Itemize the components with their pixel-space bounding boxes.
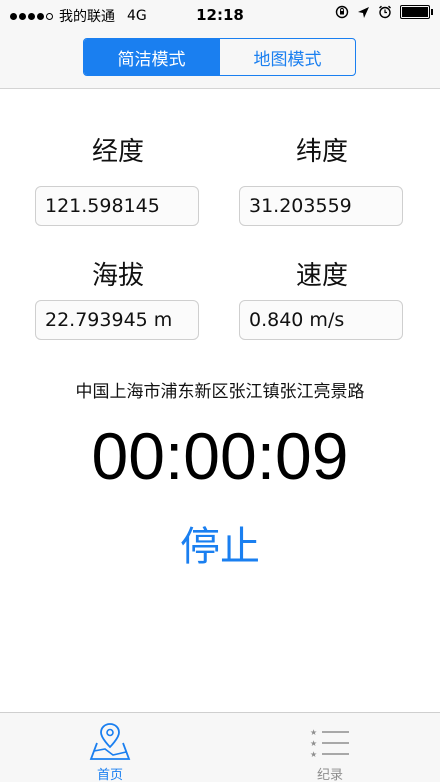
current-address: 中国上海市浦东新区张江镇张江亮景路	[75, 382, 365, 402]
map-pin-icon	[89, 723, 131, 760]
tab-records[interactable]: ★ ★ ★ 纪录	[220, 713, 440, 783]
status-bar: 我的联通 4G 12:18	[0, 0, 440, 30]
tab-home-label: 首页	[96, 768, 123, 783]
longitude-label: 经度	[91, 137, 144, 167]
battery-icon	[400, 5, 433, 19]
longitude-field[interactable]: 121.598145	[35, 186, 199, 226]
tab-home[interactable]: 首页	[0, 713, 220, 783]
location-arrow-icon	[358, 6, 369, 18]
elapsed-timer: 00:00:09	[91, 419, 349, 493]
rotation-lock-icon	[335, 5, 349, 19]
speed-label: 速度	[295, 261, 348, 291]
alarm-clock-icon	[379, 5, 391, 19]
svg-text:★: ★	[310, 750, 317, 759]
altitude-field[interactable]: 22.793945 m	[35, 300, 199, 340]
altitude-label: 海拔	[91, 261, 144, 291]
map-mode-segment[interactable]: 地图模式	[219, 39, 355, 75]
speed-field[interactable]: 0.840 m/s	[239, 300, 403, 340]
svg-text:★: ★	[310, 739, 317, 748]
tab-bar: 首页 ★ ★ ★ 纪录	[0, 712, 440, 783]
tab-records-label: 纪录	[316, 768, 343, 783]
navigation-header: 简洁模式 地图模式	[0, 30, 440, 89]
mode-segmented-control[interactable]: 简洁模式 地图模式	[83, 38, 356, 76]
latitude-label: 纬度	[295, 137, 348, 167]
latitude-field[interactable]: 31.203559	[239, 186, 403, 226]
svg-text:★: ★	[310, 728, 317, 737]
ranked-list-icon: ★ ★ ★	[310, 728, 349, 759]
simple-mode-segment[interactable]: 简洁模式	[84, 39, 219, 75]
status-right	[335, 5, 433, 19]
stop-button[interactable]: 停止	[0, 514, 440, 572]
